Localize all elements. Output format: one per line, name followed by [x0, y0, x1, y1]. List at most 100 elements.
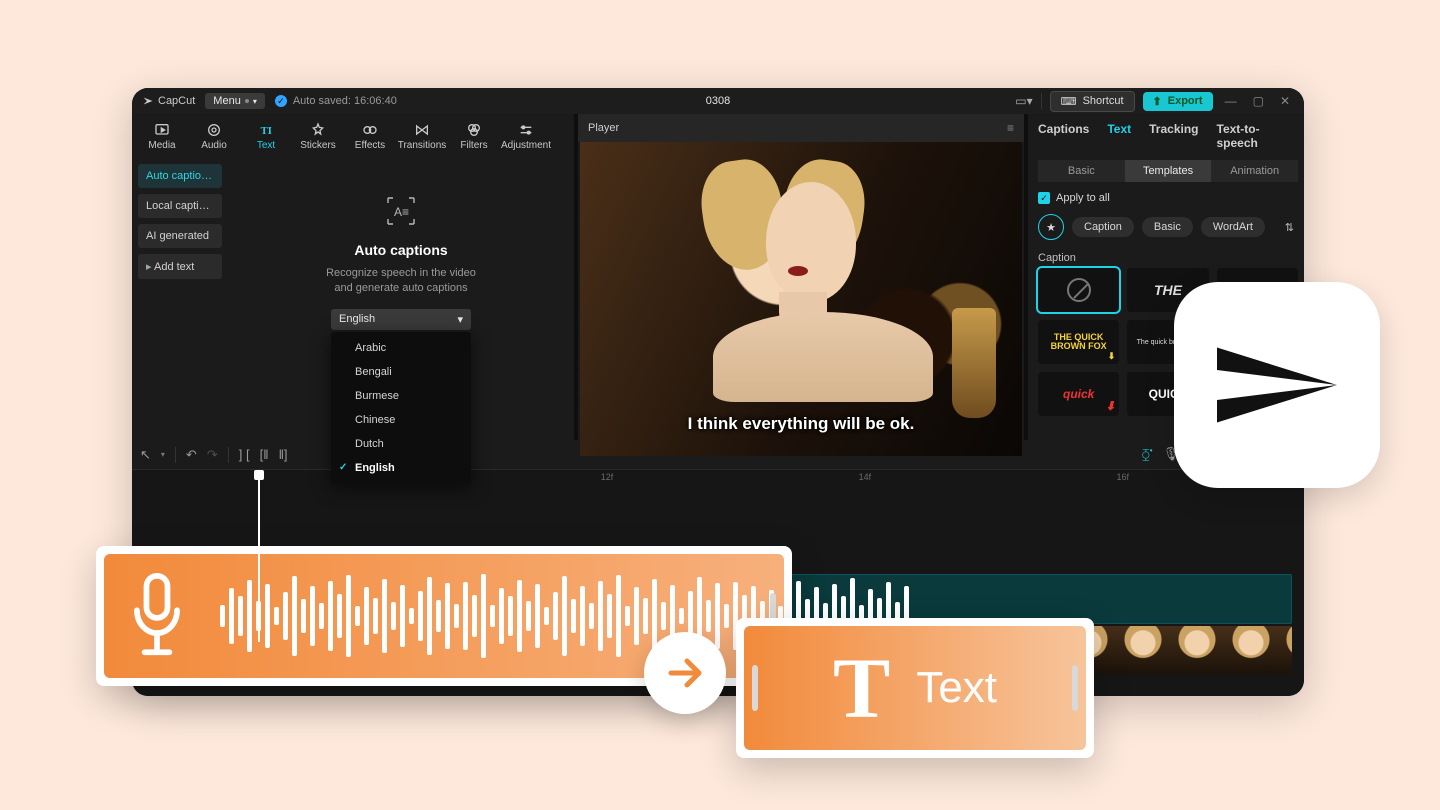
- template-chips: ★ Caption Basic WordArt ⇅: [1028, 210, 1304, 244]
- overlay-text-card: T Text: [736, 618, 1094, 758]
- menu-label: Menu: [213, 95, 241, 107]
- stickers-icon: [310, 122, 326, 138]
- apply-all-label: Apply to all: [1056, 192, 1110, 204]
- redo-icon[interactable]: ↷: [207, 447, 218, 463]
- tab-adjustment[interactable]: Adjustment: [500, 114, 552, 158]
- upload-icon: ⬆: [1153, 95, 1162, 108]
- tab-effects[interactable]: Effects: [344, 114, 396, 158]
- tab-transitions[interactable]: Transitions: [396, 114, 448, 158]
- shortcut-button[interactable]: ⌨ Shortcut: [1050, 91, 1135, 112]
- filters-icon: [466, 122, 482, 138]
- auto-captions-icon: A≡: [384, 194, 418, 228]
- left-panel: Media Audio TI Text Stickers Effects: [132, 114, 574, 484]
- text-icon: TI: [258, 122, 274, 138]
- apply-all-checkbox[interactable]: ✓: [1038, 192, 1050, 204]
- window-close[interactable]: ✕: [1276, 94, 1294, 108]
- sidebar-local-captions[interactable]: Local capti…: [138, 194, 222, 218]
- sidebar-add-text[interactable]: Add text: [138, 254, 222, 279]
- lang-option[interactable]: Bengali: [331, 360, 471, 384]
- capcut-logo-badge: [1174, 282, 1380, 488]
- tab-stickers[interactable]: Stickers: [292, 114, 344, 158]
- rtab-tts[interactable]: Text-to-speech: [1217, 122, 1299, 150]
- svg-text:A≡: A≡: [394, 205, 409, 219]
- arrow-badge: [644, 632, 726, 714]
- tab-media[interactable]: Media: [136, 114, 188, 158]
- menu-button[interactable]: Menu ▾: [205, 93, 265, 109]
- download-icon: ⬇: [1108, 352, 1116, 361]
- autosave-text: Auto saved: 16:06:40: [293, 95, 397, 107]
- rtab-tracking[interactable]: Tracking: [1149, 122, 1198, 150]
- apply-all-row: ✓ Apply to all: [1028, 186, 1304, 210]
- pointer-icon[interactable]: ↖: [140, 447, 151, 463]
- template-quick[interactable]: quick⬇: [1038, 372, 1119, 416]
- split-right-icon[interactable]: ‖]: [279, 447, 288, 462]
- auto-captions-desc: Recognize speech in the video and genera…: [301, 266, 501, 297]
- split-icon[interactable]: ] [: [239, 447, 250, 462]
- player-title: Player: [588, 122, 619, 134]
- svg-text:TI: TI: [261, 126, 272, 137]
- rtab-text[interactable]: Text: [1107, 122, 1131, 150]
- export-button[interactable]: ⬆ Export: [1143, 92, 1213, 111]
- inspector-subtabs: Basic Templates Animation: [1028, 156, 1304, 186]
- caption-overlay: I think everything will be ok.: [688, 414, 915, 434]
- undo-icon[interactable]: ↶: [186, 447, 197, 463]
- tool-tabs: Media Audio TI Text Stickers Effects: [132, 114, 574, 158]
- layout-icon[interactable]: ▭▾: [1015, 94, 1032, 108]
- drag-handle[interactable]: [1072, 665, 1078, 711]
- template-none[interactable]: [1038, 268, 1119, 312]
- rtab-captions[interactable]: Captions: [1038, 122, 1089, 150]
- magnet-icon[interactable]: ⧲•: [1142, 446, 1153, 462]
- auto-captions-title: Auto captions: [354, 242, 447, 258]
- subtab-animation[interactable]: Animation: [1211, 160, 1298, 182]
- template-fox[interactable]: THE QUICK BROWN FOX⬇: [1038, 320, 1119, 364]
- video-frame: [580, 142, 1022, 456]
- subtab-templates[interactable]: Templates: [1125, 160, 1212, 182]
- app-logo: CapCut: [142, 95, 195, 107]
- audio-icon: [206, 122, 222, 138]
- shortcut-label: Shortcut: [1083, 95, 1124, 107]
- window-minimize[interactable]: —: [1221, 94, 1241, 108]
- keyboard-icon: ⌨: [1061, 95, 1077, 108]
- tab-audio[interactable]: Audio: [188, 114, 240, 158]
- media-icon: [154, 122, 170, 138]
- player-menu-icon[interactable]: ≡: [1007, 121, 1014, 135]
- subtab-basic[interactable]: Basic: [1038, 160, 1125, 182]
- sidebar-ai-generated[interactable]: AI generated: [138, 224, 222, 248]
- language-select[interactable]: English ▾: [331, 309, 471, 330]
- chip-basic[interactable]: Basic: [1142, 217, 1193, 237]
- timeline-ruler[interactable]: 12f 14f 16f: [132, 470, 1304, 490]
- lang-option[interactable]: Burmese: [331, 384, 471, 408]
- ruler-mark: 12f: [601, 472, 614, 482]
- lang-option-selected[interactable]: English: [331, 456, 471, 480]
- export-label: Export: [1168, 95, 1203, 107]
- inspector-tabs: Captions Text Tracking Text-to-speech: [1028, 114, 1304, 156]
- capcut-icon: [1202, 330, 1352, 440]
- text-glyph-icon: T: [833, 638, 890, 738]
- split-left-icon[interactable]: [‖: [260, 447, 269, 462]
- playhead[interactable]: [258, 472, 260, 642]
- window-maximize[interactable]: ▢: [1249, 94, 1268, 108]
- lang-option[interactable]: Dutch: [331, 432, 471, 456]
- chip-wordart[interactable]: WordArt: [1201, 217, 1265, 237]
- autosave-status: ✓ Auto saved: 16:06:40: [275, 95, 397, 107]
- drag-handle[interactable]: [752, 665, 758, 711]
- tab-text[interactable]: TI Text: [240, 114, 292, 158]
- download-icon: ⬇: [1105, 399, 1115, 413]
- microphone-icon: [122, 572, 192, 661]
- app-name: CapCut: [158, 95, 195, 107]
- chip-favorite[interactable]: ★: [1038, 214, 1064, 240]
- effects-icon: [362, 122, 378, 138]
- adjustment-icon: [518, 122, 534, 138]
- capcut-icon: [142, 95, 154, 107]
- player-viewport[interactable]: I think everything will be ok.: [580, 142, 1022, 456]
- tab-filters[interactable]: Filters: [448, 114, 500, 158]
- sort-icon[interactable]: ⇅: [1281, 217, 1298, 238]
- lang-option[interactable]: Chinese: [331, 408, 471, 432]
- player-header: Player ≡: [578, 114, 1024, 142]
- ruler-mark: 16f: [1116, 472, 1129, 482]
- transitions-icon: [414, 122, 430, 138]
- sidebar-auto-captions[interactable]: Auto captio…: [138, 164, 222, 188]
- chip-caption[interactable]: Caption: [1072, 217, 1134, 237]
- panels-row: Media Audio TI Text Stickers Effects: [132, 114, 1304, 440]
- lang-option[interactable]: Arabic: [331, 336, 471, 360]
